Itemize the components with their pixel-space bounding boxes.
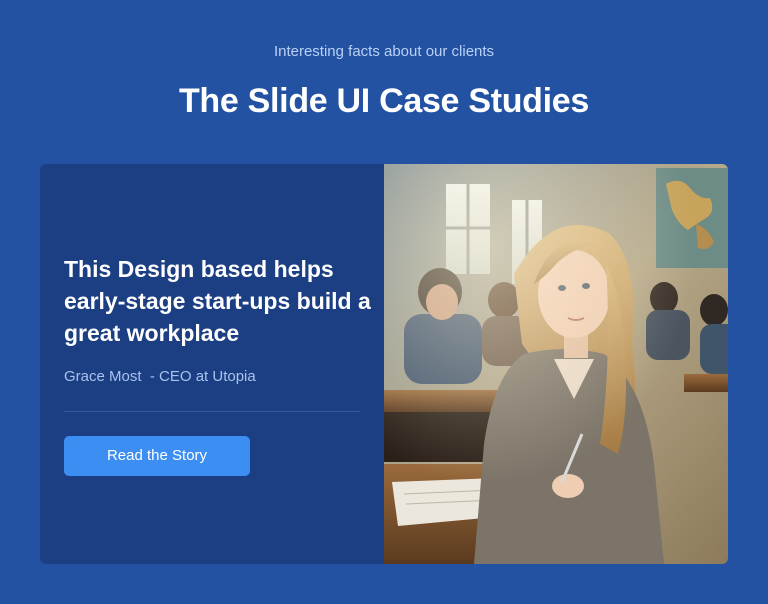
read-story-button[interactable]: Read the Story	[64, 436, 250, 476]
case-study-author: Grace Most - CEO at Utopia	[64, 368, 256, 385]
section-eyebrow: Interesting facts about our clients	[273, 43, 495, 60]
classroom-photo	[384, 164, 728, 564]
card-text-panel: This Design based helps early-stage star…	[40, 164, 384, 564]
classroom-illustration	[384, 164, 728, 564]
divider	[64, 411, 360, 412]
section-title: The Slide UI Case Studies	[178, 82, 590, 120]
case-study-card: This Design based helps early-stage star…	[40, 164, 728, 564]
case-study-quote: This Design based helps early-stage star…	[64, 256, 371, 346]
case-studies-section: Interesting facts about our clients The …	[0, 0, 768, 604]
